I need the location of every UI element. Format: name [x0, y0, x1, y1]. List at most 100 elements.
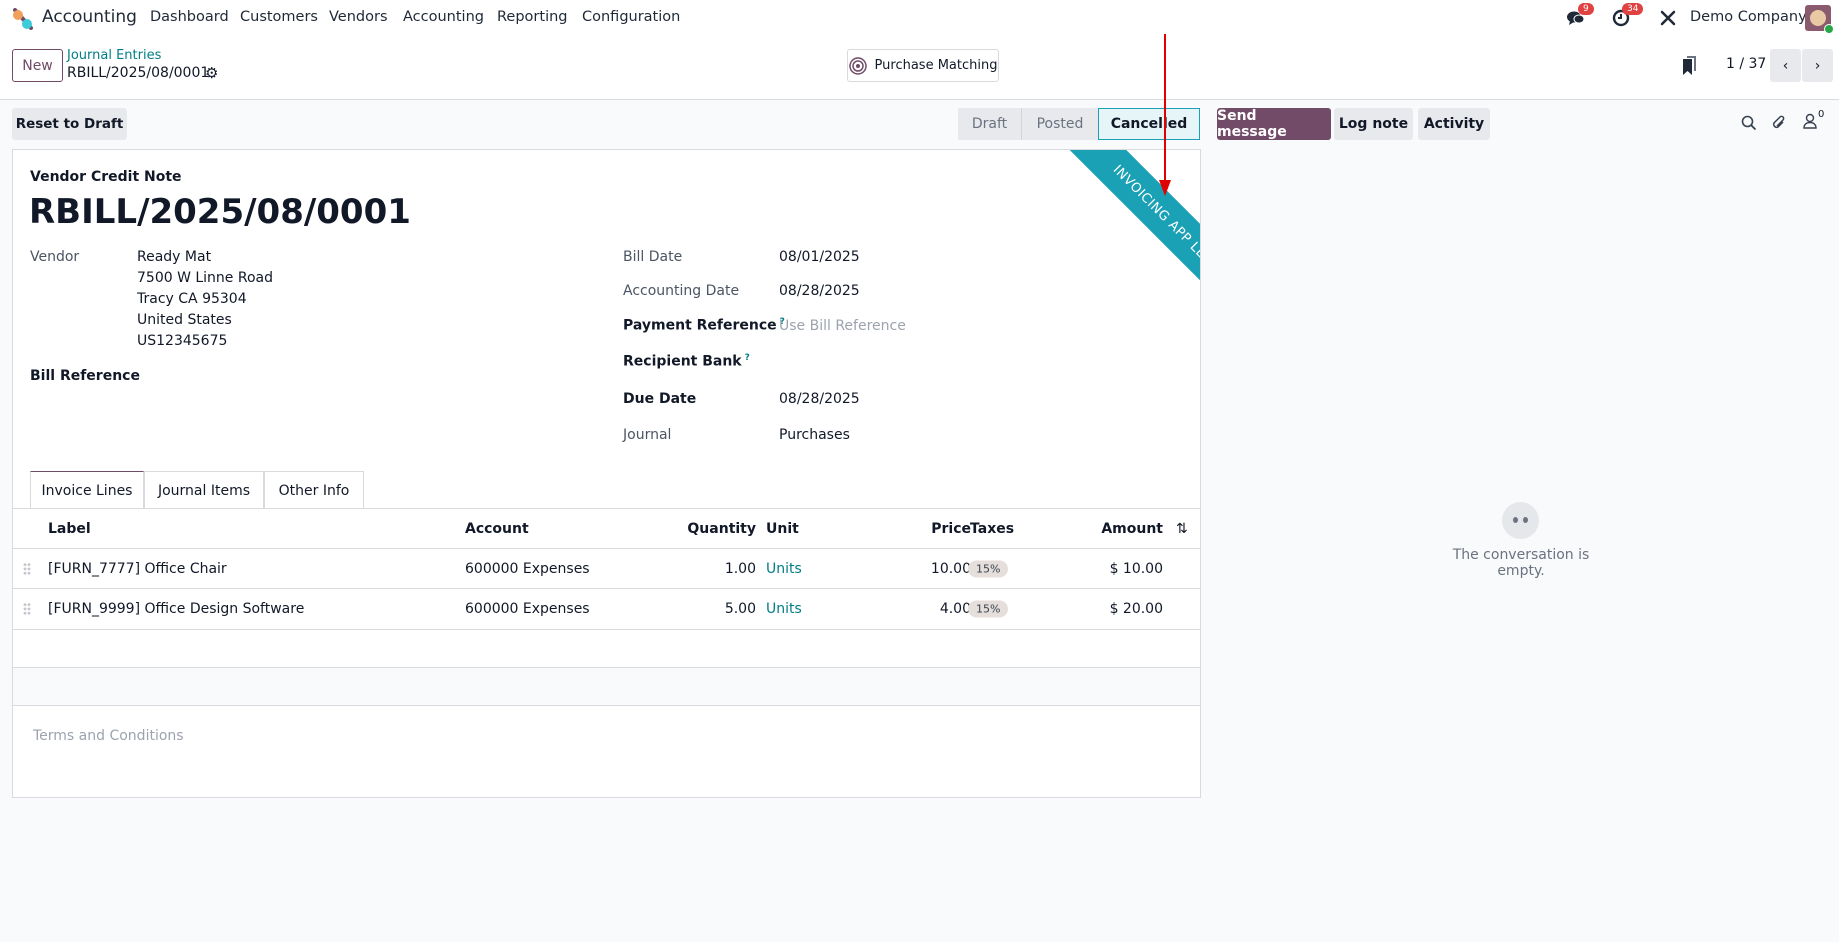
followers-count: 0: [1818, 109, 1825, 120]
menu-vendors[interactable]: Vendors: [329, 9, 388, 25]
menu-accounting[interactable]: Accounting: [403, 9, 484, 25]
terms-section: Terms and Conditions: [13, 705, 1200, 797]
journal-label: Journal: [623, 427, 672, 443]
col-quantity[interactable]: Quantity: [687, 521, 756, 537]
vendor-tax-id: US12345675: [137, 333, 228, 349]
payment-reference-label: Payment Reference?: [623, 317, 785, 334]
control-panel: New Journal Entries RBILL/2025/08/0001 ⚙…: [0, 36, 1839, 100]
stage-draft[interactable]: Draft: [958, 108, 1021, 140]
line-account[interactable]: 600000 Expenses: [465, 601, 590, 617]
company-switcher[interactable]: Demo Company: [1690, 9, 1807, 25]
line-amount: $ 10.00: [1109, 560, 1163, 577]
pager-previous-button[interactable]: ‹: [1770, 49, 1801, 82]
bookmark-icon[interactable]: [1682, 56, 1696, 76]
messages-badge: 9: [1578, 3, 1594, 15]
conversation-empty-text: The conversation is empty.: [1452, 547, 1590, 579]
tax-badge[interactable]: 15%: [968, 560, 1009, 577]
reset-to-draft-button[interactable]: Reset to Draft: [12, 108, 127, 140]
tax-badge[interactable]: 15%: [968, 600, 1009, 618]
legacy-ribbon: INVOICING APP LEGACY: [1066, 150, 1200, 332]
empty-row: [13, 667, 1200, 705]
vendor-address-street: 7500 W Linne Road: [137, 270, 274, 286]
due-date-label: Due Date: [623, 391, 697, 407]
pager-value[interactable]: 1 / 37: [1726, 56, 1766, 72]
col-price[interactable]: Price: [931, 521, 971, 537]
payment-reference-input[interactable]: Use Bill Reference: [779, 318, 906, 334]
activity-button[interactable]: Activity: [1418, 108, 1490, 140]
menu-reporting[interactable]: Reporting: [497, 9, 568, 25]
drag-handle-icon[interactable]: [23, 602, 31, 616]
bill-date-value[interactable]: 08/01/2025: [779, 249, 860, 265]
form-sheet: INVOICING APP LEGACY Vendor Credit Note …: [12, 149, 1201, 798]
line-amount: $ 20.00: [1109, 601, 1163, 617]
line-quantity[interactable]: 5.00: [725, 601, 756, 617]
tab-other-info[interactable]: Other Info: [264, 471, 364, 509]
line-price[interactable]: 10.00: [931, 561, 971, 577]
activities-button[interactable]: 34: [1612, 3, 1644, 31]
col-account[interactable]: Account: [465, 521, 529, 537]
paperclip-icon[interactable]: [1771, 114, 1787, 132]
col-amount[interactable]: Amount: [1101, 521, 1163, 537]
pager-next-button[interactable]: ›: [1802, 49, 1833, 82]
lines-table-header: Label Account Quantity Unit Price Taxes …: [13, 508, 1200, 548]
line-quantity[interactable]: 1.00: [725, 561, 756, 577]
line-unit[interactable]: Units: [766, 561, 802, 577]
gear-icon[interactable]: ⚙: [205, 64, 218, 82]
line-price[interactable]: 4.00: [940, 601, 971, 617]
app-name[interactable]: Accounting: [42, 7, 137, 27]
col-unit[interactable]: Unit: [766, 521, 799, 537]
table-row[interactable]: [FURN_7777] Office Chair 600000 Expenses…: [13, 548, 1200, 588]
accounting-date-value[interactable]: 08/28/2025: [779, 283, 860, 299]
activities-badge: 34: [1622, 3, 1644, 15]
terms-conditions-input[interactable]: Terms and Conditions: [33, 728, 184, 744]
line-unit[interactable]: Units: [766, 601, 802, 617]
line-label[interactable]: [FURN_7777] Office Chair: [48, 561, 227, 577]
tools-icon[interactable]: [1659, 9, 1677, 27]
menu-customers[interactable]: Customers: [240, 9, 318, 25]
annotation-arrow-icon: [1159, 34, 1171, 196]
table-row[interactable]: [FURN_9999] Office Design Software 60000…: [13, 588, 1200, 629]
journal-value[interactable]: Purchases: [779, 427, 850, 443]
tab-journal-items[interactable]: Journal Items: [144, 471, 264, 509]
send-message-button[interactable]: Send message: [1217, 108, 1331, 140]
purchase-matching-label: Purchase Matching: [874, 58, 998, 73]
move-type-label: Vendor Credit Note: [30, 169, 182, 185]
vendor-link[interactable]: Ready Mat: [137, 249, 211, 265]
line-account[interactable]: 600000 Expenses: [465, 561, 590, 577]
due-date-value[interactable]: 08/28/2025: [779, 391, 860, 407]
bill-reference-label: Bill Reference: [30, 368, 140, 384]
accounting-app-icon: [13, 8, 33, 30]
menu-configuration[interactable]: Configuration: [582, 9, 680, 25]
menu-dashboard[interactable]: Dashboard: [150, 9, 229, 25]
stage-cancelled[interactable]: Cancelled: [1098, 108, 1200, 140]
chevron-right-icon: ›: [1814, 57, 1821, 74]
breadcrumb-journal-entries[interactable]: Journal Entries: [67, 48, 161, 63]
purchase-matching-button[interactable]: Purchase Matching: [847, 49, 999, 82]
log-note-button[interactable]: Log note: [1334, 108, 1413, 140]
user-avatar[interactable]: [1805, 5, 1834, 34]
accounting-date-label: Accounting Date: [623, 283, 740, 299]
avatar-face: [1810, 10, 1826, 26]
online-status-icon: [1824, 24, 1834, 34]
chevron-left-icon: ‹: [1782, 57, 1789, 74]
recipient-bank-label: Recipient Bank?: [623, 353, 750, 370]
messages-button[interactable]: 9: [1566, 3, 1594, 31]
new-button[interactable]: New: [12, 49, 63, 82]
tab-invoice-lines[interactable]: Invoice Lines: [30, 471, 144, 509]
followers-button[interactable]: 0: [1803, 109, 1824, 133]
empty-row: [13, 629, 1200, 667]
search-icon[interactable]: [1741, 115, 1757, 131]
top-navbar: Accounting Dashboard Customers Vendors A…: [0, 0, 1839, 36]
optional-columns-toggle-icon[interactable]: ⇅: [1176, 521, 1188, 537]
drag-handle-icon[interactable]: [23, 562, 31, 575]
line-label[interactable]: [FURN_9999] Office Design Software: [48, 601, 304, 617]
help-tooltip-icon[interactable]: ?: [745, 353, 750, 363]
bill-date-label: Bill Date: [623, 249, 683, 265]
breadcrumb-current: RBILL/2025/08/0001: [67, 65, 210, 81]
vendor-address-city: Tracy CA 95304: [137, 291, 247, 307]
col-taxes[interactable]: Taxes: [970, 521, 1014, 537]
target-icon: [848, 56, 867, 75]
user-icon: [1803, 113, 1817, 129]
col-label[interactable]: Label: [48, 521, 91, 537]
stage-posted[interactable]: Posted: [1021, 108, 1098, 140]
